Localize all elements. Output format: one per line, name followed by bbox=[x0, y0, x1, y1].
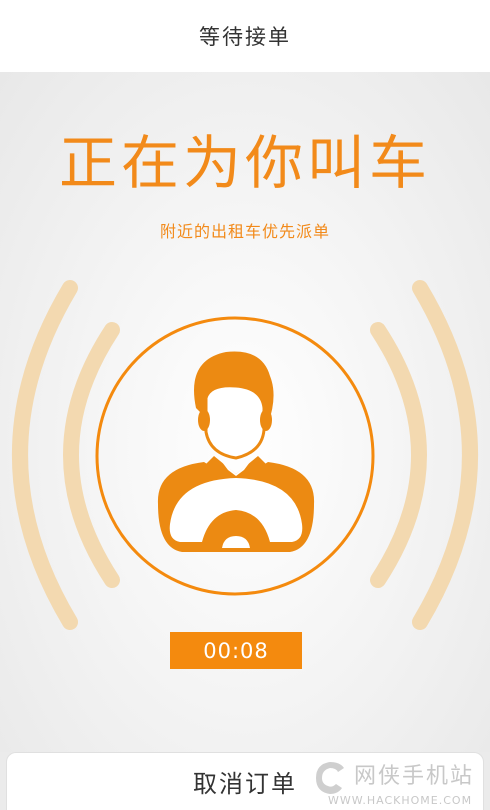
right-wave-outer bbox=[412, 280, 478, 630]
top-bar: 等待接单 bbox=[0, 0, 490, 72]
calling-illustration bbox=[12, 280, 478, 630]
elapsed-timer: 00:08 bbox=[170, 632, 302, 669]
driver-steering-wheel-icon bbox=[157, 351, 315, 552]
left-wave-inner bbox=[63, 322, 120, 588]
footer-bar: 取消订单 bbox=[0, 752, 490, 810]
left-wave-outer bbox=[12, 280, 78, 630]
calling-car-headline: 正在为你叫车 bbox=[58, 129, 431, 197]
page-title: 等待接单 bbox=[199, 25, 291, 49]
right-wave-inner bbox=[370, 322, 427, 588]
cancel-order-button[interactable]: 取消订单 bbox=[6, 752, 484, 810]
nearby-taxi-subtitle: 附近的出租车优先派单 bbox=[159, 222, 330, 241]
